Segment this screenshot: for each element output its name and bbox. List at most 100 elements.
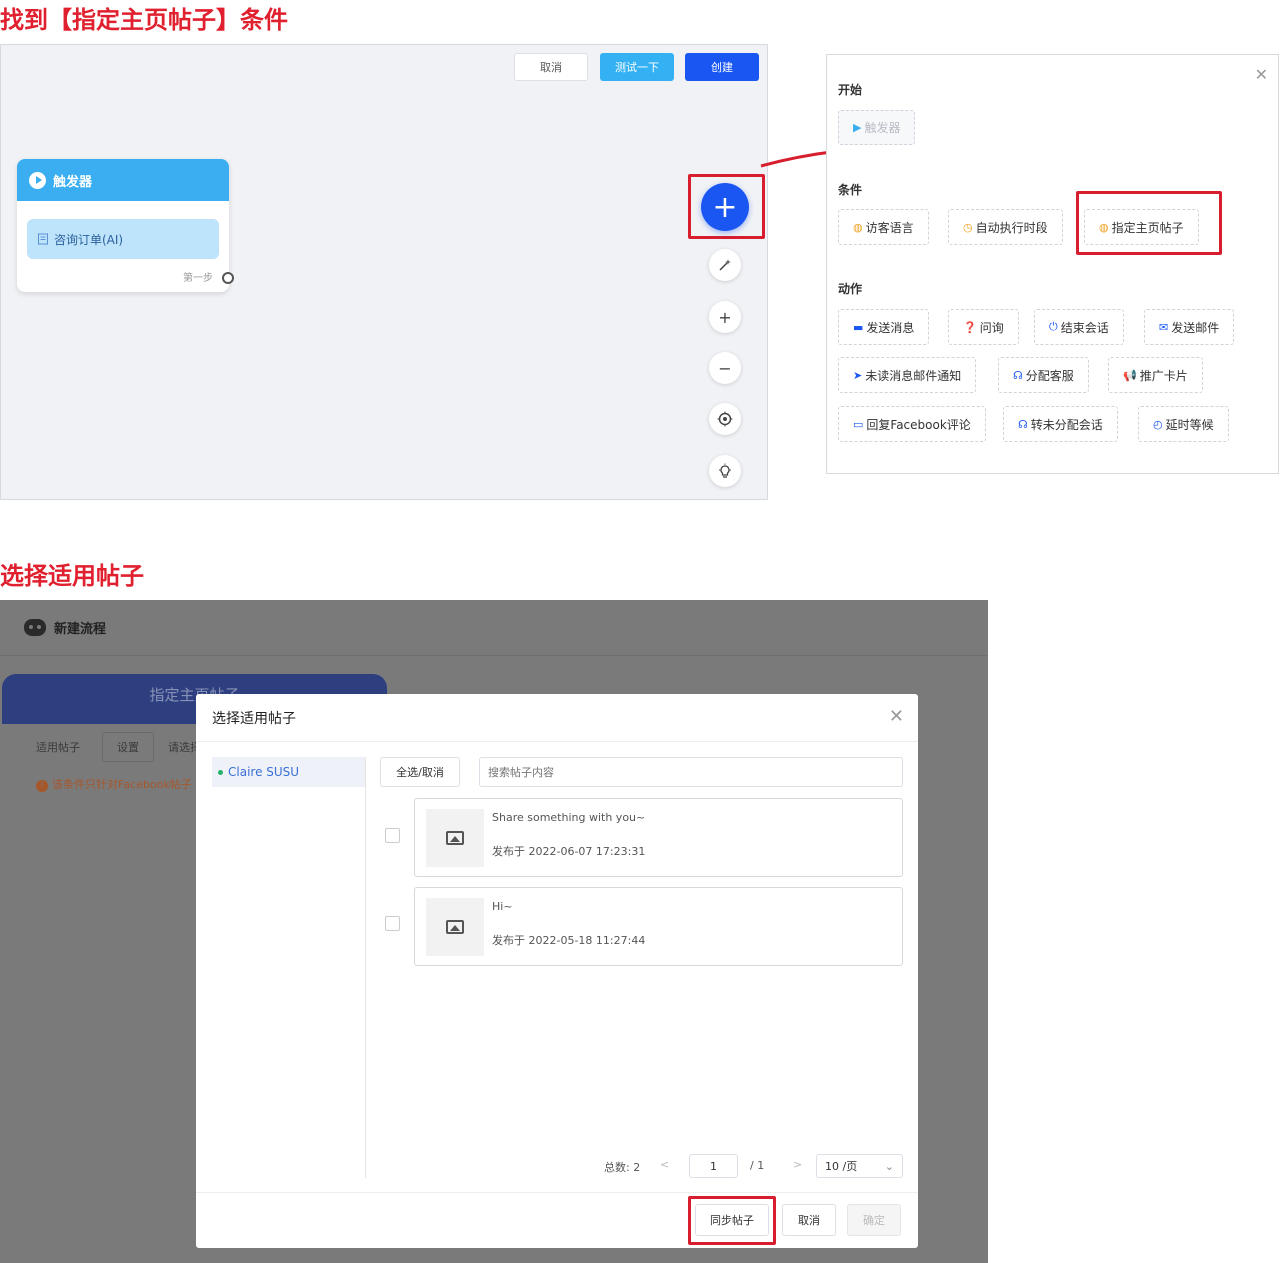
sync-posts-button[interactable]: 同步帖子: [695, 1204, 769, 1236]
actions-section-label: 动作: [838, 282, 863, 296]
chip-end-session[interactable]: ⏻ 结束会话: [1034, 309, 1124, 345]
post-checkbox[interactable]: [385, 916, 400, 931]
image-icon: [446, 920, 464, 934]
online-dot-icon: [218, 769, 223, 775]
chip-label: 延时等候: [1165, 417, 1214, 432]
bg-warning: ! 该条件只针对Facebook帖子: [36, 776, 192, 792]
megaphone-icon: 📢: [1123, 368, 1137, 382]
search-input[interactable]: [479, 757, 903, 787]
flow-canvas[interactable]: 取消 测试一下 创建 触发器 咨询订单(AI) 第一步 + + −: [0, 44, 768, 500]
post-thumbnail: [426, 809, 484, 867]
chip-send-email[interactable]: ✉ 发送邮件: [1144, 309, 1235, 345]
chip-label: 指定主页帖子: [1111, 220, 1184, 235]
chevron-down-icon: ⌄: [884, 1159, 894, 1173]
post-date: 发布于 2022-06-07 17:23:31: [492, 845, 646, 858]
select-all-button[interactable]: 全选/取消: [380, 757, 460, 787]
comment-icon: ▭: [853, 417, 864, 431]
chip-label: 结束会话: [1060, 320, 1109, 335]
test-button[interactable]: 测试一下: [600, 53, 674, 81]
form-icon: [38, 233, 48, 245]
total-count: 总数: 2: [604, 1161, 641, 1174]
chip-assign-agent[interactable]: ☊ 分配客服: [998, 357, 1089, 393]
account-item[interactable]: Claire SUSU: [212, 757, 365, 787]
chip-label: 访客语言: [865, 220, 914, 235]
chip-label: 转未分配会话: [1030, 417, 1103, 432]
robot-icon: [24, 619, 46, 636]
send-icon: ➤: [853, 368, 863, 382]
chip-reply-facebook-comment[interactable]: ▭ 回复Facebook评论: [838, 406, 986, 442]
timer-icon: ◴: [1153, 417, 1163, 431]
bg-warning-text: 该条件只针对Facebook帖子: [52, 778, 192, 791]
confirm-button[interactable]: 确定: [847, 1204, 901, 1236]
chip-label: 问询: [979, 320, 1004, 335]
headset-icon: ☊: [1018, 417, 1028, 431]
bg-label-applicable-posts: 适用帖子: [36, 741, 80, 754]
locate-icon[interactable]: [709, 403, 741, 435]
section-heading-select-post: 选择适用帖子: [0, 562, 144, 590]
chip-page-post[interactable]: ◍ 指定主页帖子: [1084, 209, 1199, 245]
page-size-value: 10 /页: [825, 1160, 858, 1173]
cancel-button[interactable]: 取消: [514, 53, 588, 81]
next-page-button[interactable]: >: [793, 1158, 802, 1171]
image-icon: [446, 831, 464, 845]
account-list: Claire SUSU: [212, 757, 366, 1178]
cancel-button[interactable]: 取消: [782, 1204, 836, 1236]
footer-divider: [196, 1192, 918, 1193]
trigger-item-label: 咨询订单(AI): [54, 232, 124, 247]
select-posts-modal: 选择适用帖子 ✕ Claire SUSU 全选/取消 Share somethi…: [196, 694, 918, 1248]
zoom-in-button[interactable]: +: [709, 301, 741, 333]
chip-visitor-language[interactable]: ◍ 访客语言: [838, 209, 929, 245]
post-text: Share something with you~: [492, 811, 646, 824]
chip-label: 自动执行时段: [975, 220, 1048, 235]
page-number-input[interactable]: 1: [689, 1154, 738, 1178]
close-icon[interactable]: ✕: [1255, 65, 1268, 84]
warning-icon: !: [36, 780, 48, 792]
lightbulb-icon[interactable]: [709, 455, 741, 487]
headset-icon: ☊: [1013, 368, 1023, 382]
chip-unassigned-session[interactable]: ☊ 转未分配会话: [1003, 406, 1118, 442]
step-label: 第一步: [183, 273, 213, 284]
chip-unread-email-notify[interactable]: ➤ 未读消息邮件通知: [838, 357, 977, 393]
section-heading-find-condition: 找到【指定主页帖子】条件: [0, 6, 288, 34]
prev-page-button[interactable]: <: [660, 1158, 669, 1171]
magic-wand-icon[interactable]: [709, 249, 741, 281]
chip-auto-schedule[interactable]: ◷ 自动执行时段: [948, 209, 1063, 245]
chip-label: 发送消息: [866, 320, 915, 335]
chip-trigger: ▶ 触发器: [838, 110, 916, 145]
post-thumbnail: [426, 898, 484, 956]
modal-divider: [196, 741, 918, 742]
post-checkbox[interactable]: [385, 828, 400, 843]
message-icon: ▬: [853, 320, 864, 334]
chip-label: 回复Facebook评论: [866, 417, 971, 432]
bg-settings-button: 设置: [102, 732, 154, 762]
app-title: 新建流程: [54, 622, 107, 637]
page-size-select[interactable]: 10 /页 ⌄: [816, 1154, 903, 1178]
trigger-node-title: 触发器: [53, 174, 93, 190]
chip-label: 触发器: [864, 121, 901, 135]
chip-label: 发送邮件: [1171, 320, 1220, 335]
trigger-item-inquiry-order[interactable]: 咨询订单(AI): [27, 219, 219, 259]
page-total: / 1: [750, 1159, 765, 1172]
chip-inquiry[interactable]: ❓ 问询: [948, 309, 1019, 345]
create-button[interactable]: 创建: [685, 53, 759, 81]
add-node-button[interactable]: +: [701, 183, 749, 231]
node-picker-panel: ✕ 开始 ▶ 触发器 条件 ◍ 访客语言 ◷ 自动执行时段 ◍ 指定主页帖子 动…: [826, 54, 1279, 474]
post-text: Hi~: [492, 900, 513, 913]
globe-icon: ◍: [1099, 220, 1109, 234]
post-card[interactable]: Hi~ 发布于 2022-05-18 11:27:44: [414, 887, 903, 966]
chip-send-message[interactable]: ▬ 发送消息: [838, 309, 930, 345]
zoom-out-button[interactable]: −: [709, 352, 741, 384]
chip-delay-wait[interactable]: ◴ 延时等候: [1138, 406, 1229, 442]
clock-icon: ◷: [963, 220, 973, 234]
chip-promo-card[interactable]: 📢 推广卡片: [1108, 357, 1203, 393]
app-header: 新建流程: [0, 600, 988, 656]
trigger-node[interactable]: 触发器 咨询订单(AI) 第一步: [17, 159, 229, 292]
modal-title: 选择适用帖子: [212, 711, 296, 727]
conditions-section-label: 条件: [838, 183, 863, 197]
chip-label: 分配客服: [1025, 368, 1074, 383]
post-card[interactable]: Share something with you~ 发布于 2022-06-07…: [414, 798, 903, 877]
close-icon[interactable]: ✕: [889, 706, 904, 727]
node-output-port[interactable]: [222, 272, 234, 284]
power-icon: ⏻: [1049, 320, 1058, 333]
account-name: Claire SUSU: [228, 765, 300, 779]
